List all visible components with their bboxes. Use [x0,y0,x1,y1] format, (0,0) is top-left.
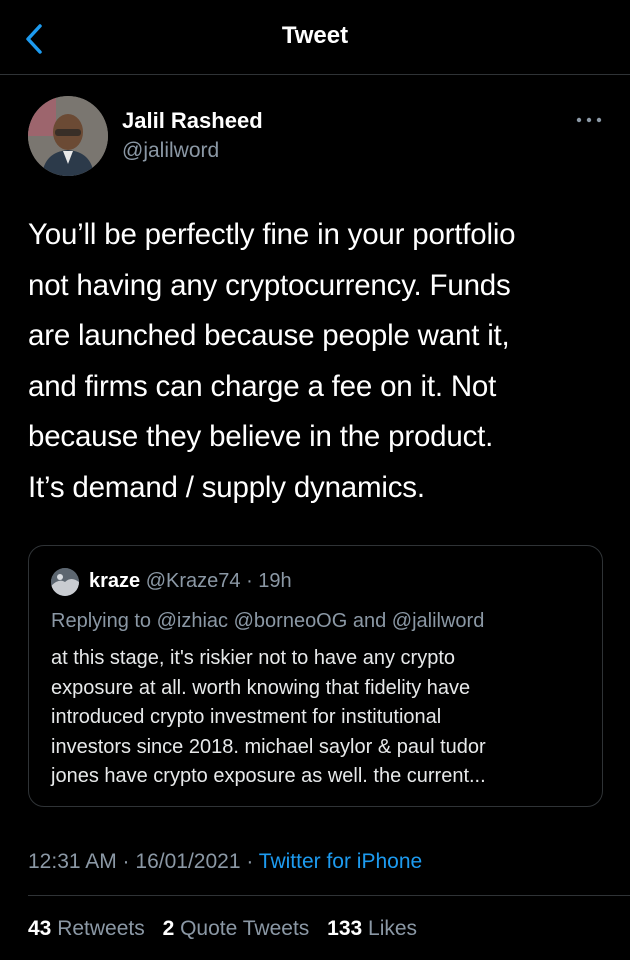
author-avatar[interactable] [28,96,108,176]
replying-to-text: Replying to @izhiac @borneoOG and @jalil… [51,610,485,632]
quoted-tweet-text: at this stage, it's riskier not to have … [51,647,486,787]
quoted-author-avatar [51,568,79,596]
tweet-timestamp: 12:31 AM · 16/01/2021 · [28,850,259,873]
tweet-text: You’ll be perfectly fine in your portfol… [28,218,516,504]
retweets-stat[interactable]: 43 Retweets [28,917,145,940]
source-link[interactable]: Twitter for iPhone [259,850,422,873]
quoted-author-name: kraze [89,570,141,592]
author-handle[interactable]: @jalilword [122,139,219,163]
avatar-photo [51,568,79,596]
quoted-header: kraze @Kraze74 · 19h [89,570,292,593]
tweet-timestamp-row: 12:31 AM · 16/01/2021 · Twitter for iPho… [28,850,422,874]
divider [28,895,630,896]
more-horizontal-icon [576,117,602,123]
author-name[interactable]: Jalil Rasheed [122,108,263,134]
quoted-tweet-card[interactable]: kraze @Kraze74 · 19h Replying to @izhiac… [28,545,603,807]
likes-count: 133 [327,917,363,940]
quote-tweets-stat[interactable]: 2 Quote Tweets [163,917,310,940]
engagement-stats: 43 Retweets 2 Quote Tweets 133 Likes [28,917,429,941]
quote-tweets-count: 2 [162,917,175,940]
top-bar: Tweet [0,0,630,75]
avatar-photo [28,96,108,176]
more-options-button[interactable] [572,110,606,130]
retweets-count: 43 [28,917,52,940]
likes-label: Likes [362,917,418,940]
quoted-meta: @Kraze74 · 19h [145,570,292,592]
retweets-label: Retweets [51,917,145,940]
page-title: Tweet [281,22,349,49]
likes-stat[interactable]: 133 Likes [327,917,417,940]
quote-tweets-label: Quote Tweets [174,917,310,940]
